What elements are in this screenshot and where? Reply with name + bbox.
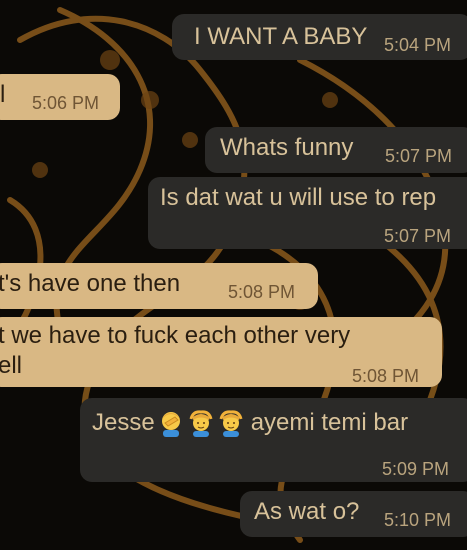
message-text: As wat o? — [254, 498, 360, 525]
message-timestamp: 5:07 PM — [384, 226, 452, 246]
message-text: Whats funny — [220, 134, 354, 161]
person-gesturing-ok-emoji — [189, 410, 213, 437]
person-facepalming-emoji — [161, 412, 180, 437]
message-bubble-incoming[interactable]: t we have to fuck each other very ell 5:… — [0, 317, 442, 387]
person-gesturing-ok-emoji — [219, 410, 243, 437]
message-text: t we have to fuck each other very ell — [0, 322, 351, 379]
message-text: I WANT A BABY — [194, 23, 368, 50]
message-timestamp: 5:08 PM — [228, 282, 296, 302]
message-text-end: ayemi temi bar — [250, 409, 409, 436]
message-timestamp: 5:06 PM — [32, 93, 100, 113]
message-timestamp: 5:10 PM — [384, 510, 452, 530]
message-text: t's have one then — [0, 270, 181, 297]
message-bubble-incoming[interactable]: t's have one then 5:08 PM — [0, 263, 318, 309]
message-bubble-outgoing[interactable]: Whats funny 5:07 PM — [205, 127, 467, 173]
message-bubble-outgoing[interactable]: Is dat wat u will use to rep 5:07 PM — [148, 177, 467, 249]
message-text: l — [0, 81, 6, 108]
message-timestamp: 5:04 PM — [384, 35, 452, 55]
message-timestamp: 5:08 PM — [352, 366, 420, 386]
message-text-start: Jesse — [92, 409, 155, 436]
message-text: Jesse ayemi temi bar — [92, 408, 408, 438]
message-timestamp: 5:09 PM — [382, 459, 450, 479]
message-bubble-outgoing[interactable]: As wat o? 5:10 PM — [240, 491, 467, 537]
message-timestamp: 5:07 PM — [385, 146, 453, 166]
message-bubble-incoming[interactable]: l 5:06 PM — [0, 74, 120, 120]
message-bubble-outgoing[interactable]: Jesse ayemi temi bar 5:09 PM — [80, 398, 467, 482]
message-text: Is dat wat u will use to rep — [160, 184, 437, 211]
message-bubble-outgoing[interactable]: I WANT A BABY 5:04 PM — [172, 14, 467, 60]
